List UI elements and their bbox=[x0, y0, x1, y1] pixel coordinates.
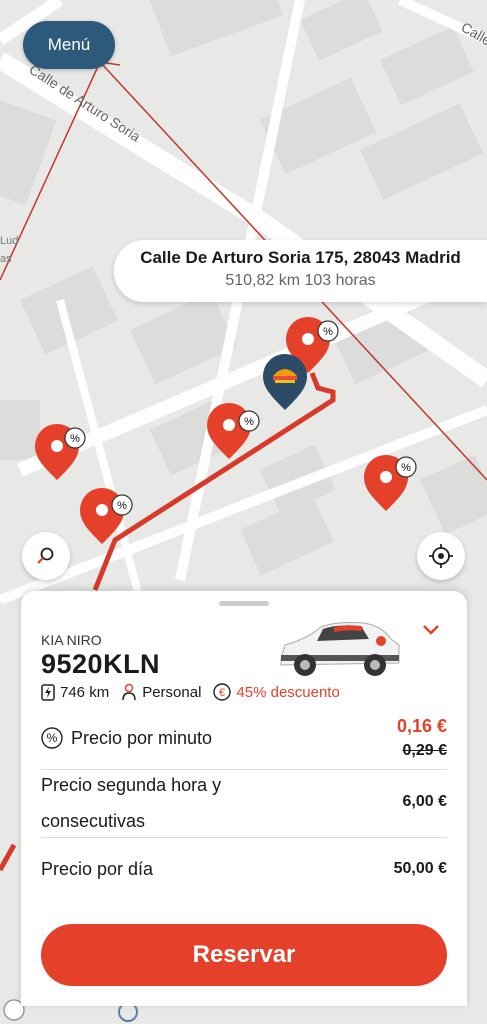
price-per-day-label: Precio por día bbox=[41, 858, 154, 879]
chevron-down-icon[interactable] bbox=[421, 623, 441, 637]
reserve-button[interactable]: Reservar bbox=[41, 924, 447, 986]
percent-icon: % bbox=[41, 727, 63, 749]
price-per-day-value: 50,00 € bbox=[393, 860, 447, 877]
menu-button[interactable]: Menú bbox=[23, 21, 115, 69]
svg-text:%: % bbox=[47, 731, 58, 745]
price-per-day-row: Precio por día 50,00 € bbox=[41, 847, 447, 891]
divider bbox=[41, 837, 447, 838]
price-per-minute-label: Precio por minuto bbox=[71, 727, 213, 748]
search-button[interactable] bbox=[22, 532, 70, 580]
sheet-drag-handle[interactable] bbox=[219, 601, 269, 606]
price-per-minute-value: 0,16 € bbox=[396, 716, 447, 736]
battery-icon bbox=[41, 684, 55, 701]
person-icon bbox=[122, 683, 136, 701]
usage-spec: Personal bbox=[121, 683, 201, 701]
search-icon bbox=[37, 547, 54, 564]
price-per-minute-old-value: 0,29 € bbox=[402, 742, 447, 759]
crosshair-icon bbox=[429, 544, 453, 568]
address-card: Calle De Arturo Soria 175, 28043 Madrid … bbox=[114, 240, 487, 302]
vehicle-model: KIA NIRO bbox=[41, 632, 102, 648]
vehicle-specs: 746 km Personal € 45% descuento bbox=[41, 683, 352, 701]
range-spec: 746 km bbox=[41, 683, 109, 701]
address-subtitle: 510,82 km 103 horas bbox=[225, 272, 376, 289]
locate-button[interactable] bbox=[417, 532, 465, 580]
discount-spec: € 45% descuento bbox=[213, 683, 340, 701]
usage-value: Personal bbox=[142, 683, 202, 701]
svg-text:%: % bbox=[244, 416, 254, 428]
divider bbox=[41, 769, 447, 770]
vehicle-sheet: KIA NIRO 9520KLN 746 km Personal € 45% d… bbox=[21, 591, 467, 1006]
price-second-hour-label-line2: consecutivas bbox=[41, 811, 146, 831]
svg-text:%: % bbox=[401, 462, 411, 474]
svg-text:%: % bbox=[323, 326, 333, 338]
map-partial-label: as bbox=[0, 253, 12, 265]
car-image bbox=[280, 622, 400, 676]
svg-text:€: € bbox=[219, 687, 225, 699]
price-second-hour-row: Precio segunda hora y consecutivas 6,00 … bbox=[41, 771, 447, 835]
svg-text:%: % bbox=[70, 433, 80, 445]
svg-text:%: % bbox=[117, 500, 127, 512]
price-second-hour-label-line1: Precio segunda hora y bbox=[41, 775, 222, 795]
price-per-minute-row: % Precio por minuto 0,16 € 0,29 € bbox=[41, 711, 447, 765]
address-title: Calle De Arturo Soria 175, 28043 Madrid bbox=[140, 248, 461, 267]
price-second-hour-value: 6,00 € bbox=[402, 793, 447, 810]
discount-value: 45% descuento bbox=[236, 683, 340, 701]
range-value: 746 km bbox=[60, 683, 110, 701]
euro-icon: € bbox=[213, 683, 232, 701]
map-partial-label: Lud bbox=[0, 235, 18, 247]
vehicle-plate: 9520KLN bbox=[41, 649, 161, 679]
